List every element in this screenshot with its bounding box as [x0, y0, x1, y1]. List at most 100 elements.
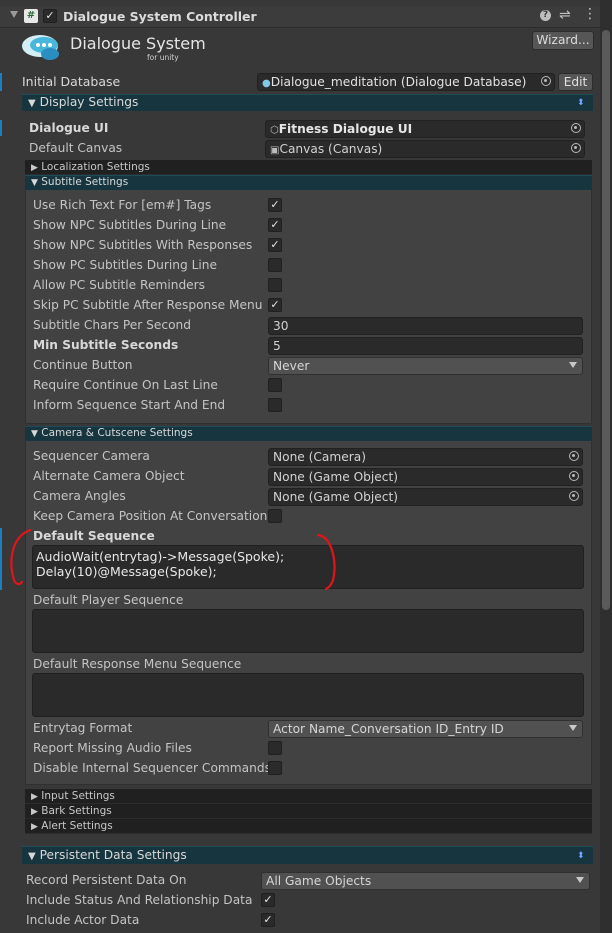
dialogue-ui-label: Dialogue UI: [29, 121, 109, 135]
subtitle-row-label: Show NPC Subtitles With Responses: [33, 238, 253, 252]
disable-internal-checkbox[interactable]: [268, 761, 282, 775]
scrollbar-thumb[interactable]: [602, 30, 610, 610]
report-missing-label: Report Missing Audio Files: [33, 741, 192, 755]
inform-sequence-label: Inform Sequence Start And End: [33, 398, 226, 412]
more-options-icon[interactable]: ⋮: [583, 6, 597, 22]
input-settings-title: Input Settings: [41, 790, 115, 802]
expanded-arrow-icon: ▼: [28, 851, 36, 862]
preset-icon[interactable]: ⇌: [559, 7, 571, 23]
include-status-checkbox[interactable]: ✓: [261, 893, 275, 907]
camera-angles-value: None (Game Object): [273, 490, 399, 504]
red-annotation-brackets: [10, 528, 336, 591]
speech-bubbles-icon: [22, 35, 59, 60]
default-canvas-field[interactable]: ▣Canvas (Canvas): [265, 140, 585, 158]
object-picker-icon[interactable]: [571, 143, 581, 153]
inform-sequence-checkbox[interactable]: [268, 398, 282, 412]
object-picker-icon[interactable]: [569, 471, 579, 481]
continue-button-value: Never: [273, 359, 310, 373]
entrytag-format-label: Entrytag Format: [33, 721, 133, 735]
entrytag-format-dropdown[interactable]: Actor Name_Conversation ID_Entry ID: [268, 720, 583, 738]
default-player-sequence-textarea[interactable]: [32, 609, 584, 653]
subtitle-row-checkbox[interactable]: [268, 258, 282, 272]
persistent-data-title: Persistent Data Settings: [39, 848, 187, 862]
object-picker-icon[interactable]: [571, 123, 581, 133]
subtitle-row-checkbox[interactable]: ✓: [268, 198, 282, 212]
display-settings-header[interactable]: ▼ Display Settings ⬍: [22, 94, 593, 111]
alternate-camera-label: Alternate Camera Object: [33, 469, 185, 483]
subtitle-settings-title: Subtitle Settings: [41, 176, 129, 188]
persistent-data-header[interactable]: ▼ Persistent Data Settings ⬍: [22, 846, 593, 864]
initial-database-value: Dialogue_meditation (Dialogue Database): [270, 75, 527, 89]
include-actor-checkbox[interactable]: ✓: [261, 913, 275, 927]
include-status-label: Include Status And Relationship Data: [26, 893, 253, 907]
dialogue-system-logo: Dialogue System for unity: [20, 30, 206, 66]
input-settings-header[interactable]: ▶ Input Settings: [25, 789, 592, 804]
subtitle-row-checkbox[interactable]: ✓: [268, 218, 282, 232]
alert-settings-title: Alert Settings: [41, 820, 113, 832]
expanded-arrow-icon: ▼: [31, 429, 38, 439]
camera-settings-title: Camera & Cutscene Settings: [41, 427, 193, 439]
default-response-sequence-textarea[interactable]: [32, 673, 584, 717]
logo-subtitle: for unity: [147, 53, 179, 62]
section-menu-icon[interactable]: ⬍: [577, 99, 586, 108]
default-response-sequence-label: Default Response Menu Sequence: [33, 657, 242, 671]
disable-internal-label: Disable Internal Sequencer Commands: [33, 761, 271, 775]
object-picker-icon[interactable]: [569, 491, 579, 501]
object-picker-icon[interactable]: [541, 76, 551, 86]
initial-database-field[interactable]: ●Dialogue_meditation (Dialogue Database): [257, 73, 555, 91]
subtitle-row-checkbox[interactable]: [268, 278, 282, 292]
camera-settings-header[interactable]: ▼ Camera & Cutscene Settings: [25, 426, 592, 441]
subtitle-row-label: Show PC Subtitles During Line: [33, 258, 217, 272]
alert-settings-header[interactable]: ▶ Alert Settings: [25, 819, 592, 834]
bark-settings-title: Bark Settings: [41, 805, 112, 817]
component-title: Dialogue System Controller: [63, 9, 257, 24]
expanded-arrow-icon: ▼: [31, 178, 38, 188]
initial-database-label: Initial Database: [22, 74, 121, 89]
database-icon: ●: [262, 78, 271, 89]
help-icon[interactable]: ?: [540, 10, 551, 21]
camera-angles-label: Camera Angles: [33, 489, 126, 503]
continue-button-dropdown[interactable]: Never: [268, 357, 583, 375]
edit-button[interactable]: Edit: [558, 73, 593, 91]
scrollbar-track[interactable]: [600, 0, 612, 933]
record-persistent-label: Record Persistent Data On: [26, 873, 187, 887]
subtitle-settings-header[interactable]: ▼ Subtitle Settings: [25, 175, 592, 190]
collapsed-arrow-icon: ▶: [31, 822, 38, 832]
sequencer-camera-field[interactable]: None (Camera): [268, 448, 583, 466]
object-picker-icon[interactable]: [569, 451, 579, 461]
subtitle-row-label: Skip PC Subtitle After Response Menu: [33, 298, 263, 312]
dropdown-arrow-icon: [569, 362, 577, 368]
bark-settings-header[interactable]: ▶ Bark Settings: [25, 804, 592, 819]
dialogue-ui-value: Fitness Dialogue UI: [278, 122, 413, 136]
dropdown-arrow-icon: [576, 877, 584, 883]
dialogue-ui-field[interactable]: ⬡Fitness Dialogue UI: [265, 120, 585, 138]
subtitle-row-checkbox[interactable]: ✓: [268, 238, 282, 252]
record-persistent-dropdown[interactable]: All Game Objects: [261, 872, 590, 890]
keep-camera-label: Keep Camera Position At Conversation En: [33, 509, 267, 523]
subtitle-row-checkbox[interactable]: ✓: [268, 298, 282, 312]
component-enabled-checkbox[interactable]: ✓: [43, 9, 57, 23]
record-persistent-value: All Game Objects: [266, 874, 372, 888]
section-menu-icon[interactable]: ⬍: [577, 852, 586, 861]
collapsed-arrow-icon: ▶: [31, 792, 38, 802]
require-continue-checkbox[interactable]: [268, 378, 282, 392]
subtitle-chars-input[interactable]: 30: [268, 317, 583, 335]
require-continue-label: Require Continue On Last Line: [33, 378, 218, 392]
component-header: # ✓ Dialogue System Controller ? ⇌ ⋮: [0, 6, 612, 28]
subtitle-row-label: Show NPC Subtitles During Line: [33, 218, 227, 232]
dropdown-arrow-icon: [569, 725, 577, 731]
min-subtitle-seconds-input[interactable]: 5: [268, 337, 583, 355]
keep-camera-checkbox[interactable]: [268, 509, 282, 523]
default-canvas-label: Default Canvas: [29, 141, 123, 155]
foldout-arrow-icon[interactable]: [10, 11, 18, 18]
modified-indicator-2: [0, 120, 2, 136]
wizard-button[interactable]: Wizard...: [532, 31, 594, 50]
camera-angles-field[interactable]: None (Game Object): [268, 488, 583, 506]
expanded-arrow-icon: ▼: [28, 98, 36, 109]
report-missing-checkbox[interactable]: [268, 741, 282, 755]
localization-settings-header[interactable]: ▶ Localization Settings: [25, 160, 592, 175]
wizard-button-label: Wizard...: [536, 33, 590, 47]
default-player-sequence-label: Default Player Sequence: [33, 593, 184, 607]
collapsed-arrow-icon: ▶: [31, 163, 38, 173]
alternate-camera-field[interactable]: None (Game Object): [268, 468, 583, 486]
